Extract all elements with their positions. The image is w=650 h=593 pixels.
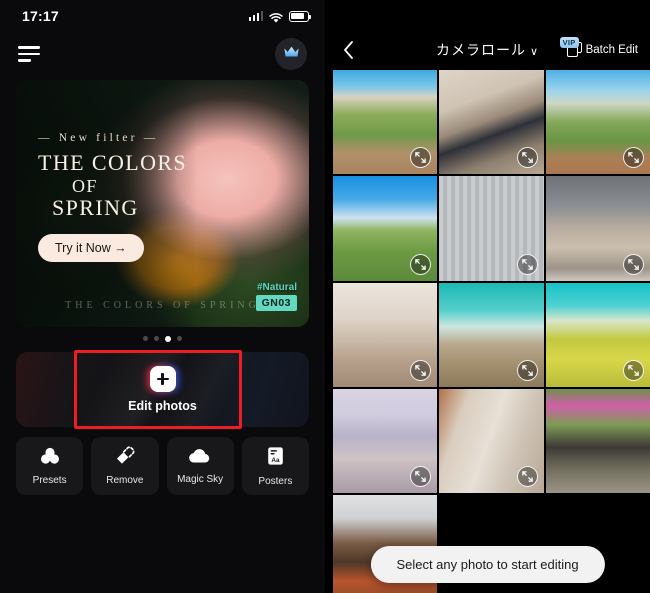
wifi-icon xyxy=(269,11,283,23)
tool-remove[interactable]: Remove xyxy=(91,437,159,495)
banner-footer-text: THE COLORS OF SPRING xyxy=(65,300,260,311)
presets-circles-icon xyxy=(39,447,61,470)
back-chevron-icon[interactable] xyxy=(337,39,359,61)
expand-icon[interactable] xyxy=(516,147,538,169)
crown-icon xyxy=(283,45,300,64)
tool-posters[interactable]: Aa Posters xyxy=(241,437,309,495)
hamburger-menu-icon[interactable] xyxy=(18,46,40,62)
photo-grid xyxy=(325,70,650,593)
banner-text-block: — New filter — THE COLORS OF SPRING Try … xyxy=(38,132,188,263)
photo-thumbnail[interactable] xyxy=(545,389,650,494)
tool-label: Magic Sky xyxy=(177,473,224,485)
expand-icon[interactable] xyxy=(516,253,538,275)
chevron-down-icon[interactable]: ∨ xyxy=(530,46,539,58)
photo-thumbnail-selected[interactable] xyxy=(333,176,438,281)
photo-thumbnail[interactable] xyxy=(333,70,438,175)
expand-icon[interactable] xyxy=(516,466,538,488)
tool-label: Presets xyxy=(32,474,67,486)
banner-title: THE COLORS OF SPRING xyxy=(38,150,188,220)
vip-crown-button[interactable] xyxy=(275,38,307,70)
edit-photos-card[interactable]: Edit photos xyxy=(16,352,309,427)
pagination-dot-active[interactable] xyxy=(165,336,171,342)
photo-thumbnail[interactable] xyxy=(439,70,544,175)
banner-eyebrow: — New filter — xyxy=(38,132,159,144)
pagination-dot[interactable] xyxy=(154,336,159,341)
photo-thumbnail[interactable] xyxy=(439,389,544,494)
plus-icon[interactable] xyxy=(149,366,176,392)
banner-title-line1: THE COLORS xyxy=(38,150,188,175)
vip-badge: VIP xyxy=(559,37,579,48)
status-bar: 17:17 xyxy=(0,0,325,32)
expand-icon[interactable] xyxy=(410,253,432,275)
dual-screen-comparison: 17:17 — New filter — THE COLORS OF SPRIN… xyxy=(0,0,650,593)
stacked-squares-icon: VIP xyxy=(559,37,582,59)
poster-text-icon: Aa xyxy=(266,446,285,471)
tools-row: Presets Remove Magic Sky Aa Posters xyxy=(16,437,309,495)
tool-magic-sky[interactable]: Magic Sky xyxy=(166,437,234,495)
eraser-icon xyxy=(114,446,136,470)
tool-label: Posters xyxy=(258,475,293,487)
svg-text:Aa: Aa xyxy=(271,457,280,464)
tool-label: Remove xyxy=(106,475,144,486)
expand-icon[interactable] xyxy=(516,360,538,382)
photo-thumbnail[interactable] xyxy=(333,389,438,494)
try-it-now-button[interactable]: Try it Now → xyxy=(38,234,144,263)
photo-thumbnail[interactable] xyxy=(545,176,650,281)
toast-message: Select any photo to start editing xyxy=(370,546,605,583)
photo-image xyxy=(545,389,650,494)
right-status-spacer xyxy=(325,0,650,30)
app-bar xyxy=(0,32,325,76)
left-phone-screen: 17:17 — New filter — THE COLORS OF SPRIN… xyxy=(0,0,325,593)
promo-banner[interactable]: — New filter — THE COLORS OF SPRING Try … xyxy=(16,80,309,327)
expand-icon[interactable] xyxy=(623,360,644,382)
cloud-icon xyxy=(188,448,212,469)
pagination-dot[interactable] xyxy=(143,336,148,341)
signal-bars-icon xyxy=(248,11,263,21)
banner-pagination-dots[interactable] xyxy=(0,327,325,352)
tool-presets[interactable]: Presets xyxy=(16,437,84,495)
banner-hashtag: #Natural xyxy=(256,282,297,293)
photo-thumbnail[interactable] xyxy=(545,70,650,175)
gallery-header: カメラロール ∨ VIP Batch Edit xyxy=(325,30,650,70)
batch-edit-button[interactable]: VIP Batch Edit xyxy=(559,37,638,59)
photo-thumbnail[interactable] xyxy=(545,282,650,388)
photo-thumbnail[interactable] xyxy=(333,282,438,388)
banner-title-line3: SPRING xyxy=(52,194,139,220)
banner-title-line2: OF xyxy=(72,175,98,196)
status-time: 17:17 xyxy=(22,8,59,24)
status-icons xyxy=(248,10,312,23)
album-title-text: カメラロール xyxy=(435,42,526,58)
batch-edit-label: Batch Edit xyxy=(585,44,638,56)
photo-thumbnail[interactable] xyxy=(439,176,544,281)
pagination-dot[interactable] xyxy=(177,336,182,341)
battery-icon xyxy=(289,10,312,22)
edit-photos-label: Edit photos xyxy=(128,399,197,413)
right-phone-screen: カメラロール ∨ VIP Batch Edit Select any photo… xyxy=(325,0,650,593)
expand-icon[interactable] xyxy=(623,253,644,275)
photo-thumbnail[interactable] xyxy=(439,282,544,388)
